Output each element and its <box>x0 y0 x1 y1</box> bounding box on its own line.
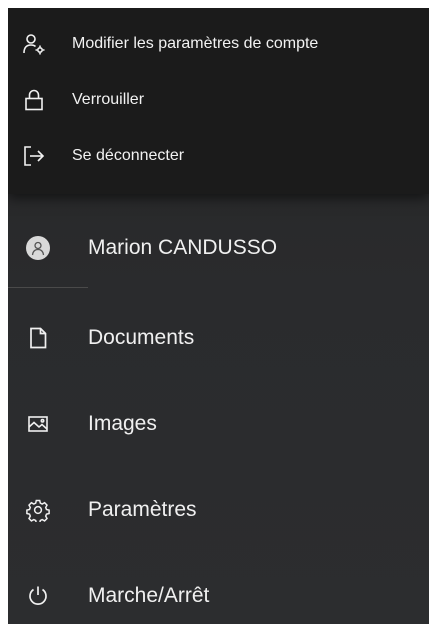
menu-item-settings[interactable]: Paramètres <box>8 478 429 542</box>
lock-icon <box>22 88 46 112</box>
flyout-item-sign-out[interactable]: Se déconnecter <box>8 128 429 184</box>
avatar <box>26 236 50 260</box>
gear-icon <box>24 496 52 524</box>
user-name: Marion CANDUSSO <box>88 236 278 259</box>
image-icon <box>24 410 52 438</box>
flyout-item-change-account-settings[interactable]: Modifier les paramètres de compte <box>8 16 429 72</box>
user-account-button[interactable]: Marion CANDUSSO <box>8 216 429 280</box>
power-icon <box>24 582 52 610</box>
account-settings-icon <box>22 32 46 56</box>
flyout-item-label: Se déconnecter <box>72 147 185 164</box>
flyout-item-lock[interactable]: Verrouiller <box>8 72 429 128</box>
menu-item-images[interactable]: Images <box>8 392 429 456</box>
menu-item-label: Marche/Arrêt <box>88 584 210 607</box>
sign-out-icon <box>22 144 46 168</box>
flyout-item-label: Modifier les paramètres de compte <box>72 35 319 52</box>
menu-item-power[interactable]: Marche/Arrêt <box>8 564 429 624</box>
user-avatar-icon <box>24 234 52 262</box>
menu-item-documents[interactable]: Documents <box>8 306 429 370</box>
account-flyout: Modifier les paramètres de compte Verrou… <box>8 8 429 194</box>
start-menu-panel: Modifier les paramètres de compte Verrou… <box>8 8 429 624</box>
menu-item-label: Images <box>88 412 157 435</box>
menu-item-label: Paramètres <box>88 498 197 521</box>
flyout-item-label: Verrouiller <box>72 91 145 108</box>
menu-item-label: Documents <box>88 326 195 349</box>
document-icon <box>24 324 52 352</box>
menu-divider <box>8 287 88 288</box>
